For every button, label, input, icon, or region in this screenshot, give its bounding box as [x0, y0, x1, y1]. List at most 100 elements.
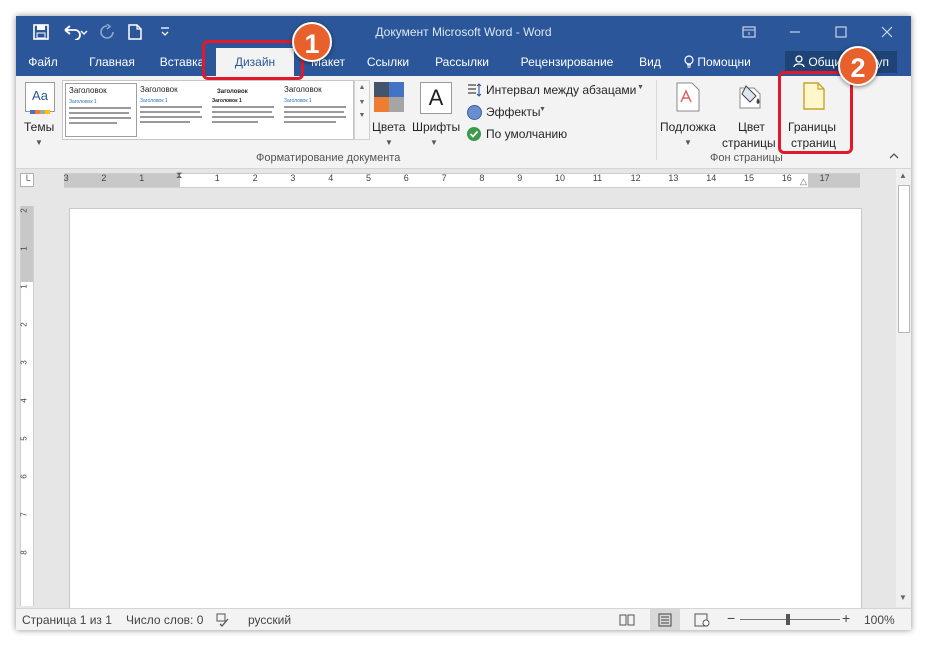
zoom-in-icon[interactable]: +	[842, 610, 850, 626]
gallery-scroll[interactable]: ▲ ▼ ▼	[354, 80, 370, 140]
scroll-thumb[interactable]	[898, 185, 910, 333]
paragraph-spacing-button[interactable]: Интервал между абзацами ▼	[466, 82, 656, 100]
style-text-line	[284, 111, 344, 113]
style-subtitle: Заголовок 1	[69, 99, 97, 105]
vruler-number: 3	[19, 360, 29, 365]
ruler-number: 3	[290, 173, 296, 183]
proofing-icon[interactable]	[216, 613, 230, 630]
chevron-down-icon: ▼	[35, 138, 43, 147]
style-title: Заголовок	[217, 89, 248, 95]
style-text-line	[140, 116, 202, 118]
style-text-line	[140, 121, 190, 123]
style-text-line	[284, 116, 346, 118]
colors-button[interactable]: Цвета ▼	[372, 80, 410, 156]
vruler-number: 4	[19, 398, 29, 403]
ruler-number: 2	[101, 173, 107, 183]
lightbulb-icon	[684, 55, 697, 69]
zoom-slider[interactable]	[740, 619, 840, 620]
close-icon[interactable]	[864, 16, 910, 48]
tell-me-box[interactable]: Помощни	[684, 48, 768, 76]
tab-file[interactable]: Файл	[20, 48, 66, 76]
tab-references[interactable]: Ссылки	[358, 48, 418, 76]
check-icon	[467, 127, 481, 141]
style-text-line	[69, 117, 131, 119]
ruler-left-margin	[64, 174, 180, 187]
style-set-item[interactable]: Заголовок Заголовок 1	[281, 83, 351, 135]
horizontal-ruler: └ 3 2 1 1 2 3 4 5 6 7 8 9 10 11 12 13 14 15 16 17 ⧗ △	[16, 169, 896, 189]
themes-color-strip	[30, 110, 50, 114]
fonts-label: Шрифты	[412, 120, 461, 134]
chevron-down-icon: ▼	[539, 106, 546, 113]
watermark-icon	[676, 82, 700, 117]
web-layout-icon[interactable]	[694, 613, 710, 630]
vruler-number: 5	[19, 436, 29, 441]
scroll-up-icon[interactable]: ▲	[899, 171, 907, 180]
style-set-item[interactable]: Заголовок Заголовок 1	[137, 83, 207, 135]
chevron-down-icon: ▼	[385, 138, 393, 147]
page-color-label-line2: страницы	[722, 136, 776, 150]
step-badge-1: 1	[292, 22, 332, 62]
ribbon-display-icon[interactable]	[726, 16, 772, 48]
more-icon: ▼	[358, 112, 366, 119]
themes-button[interactable]: Aa Темы ▼	[22, 80, 56, 156]
tab-view[interactable]: Вид	[634, 48, 666, 76]
ruler-number: 6	[403, 173, 409, 183]
ruler-number: 8	[479, 173, 485, 183]
ribbon-design: Aa Темы ▼ Заголовок Заголовок 1 Заголово…	[16, 76, 911, 169]
vertical-ruler: 2 1 1 2 3 4 5 6 7 8	[20, 206, 34, 606]
style-set-gallery: Заголовок Заголовок 1 Заголовок Заголово…	[62, 80, 354, 140]
fonts-icon: A	[420, 82, 452, 114]
ruler-number: 4	[328, 173, 334, 183]
word-count[interactable]: Число слов: 0	[126, 613, 203, 627]
tab-review[interactable]: Рецензирование	[510, 48, 624, 76]
document-page[interactable]	[69, 208, 862, 610]
style-set-item[interactable]: Заголовок Заголовок 1	[65, 83, 137, 137]
style-text-line	[140, 106, 202, 108]
zoom-slider-thumb[interactable]	[786, 614, 790, 625]
scroll-down-icon[interactable]: ▼	[899, 593, 907, 602]
title-bar: Документ Microsoft Word - Word	[16, 16, 911, 48]
ruler-number: 13	[668, 173, 679, 183]
minimize-icon[interactable]	[772, 16, 818, 48]
status-bar: Страница 1 из 1 Число слов: 0 русский − …	[16, 608, 911, 630]
zoom-out-icon[interactable]: −	[727, 610, 735, 626]
tell-me-label: Помощни	[697, 55, 751, 69]
person-icon	[793, 55, 808, 69]
read-mode-icon[interactable]	[619, 613, 635, 630]
print-layout-icon[interactable]	[650, 609, 680, 630]
ruler-right-margin	[808, 174, 860, 187]
ruler-number: 1	[214, 173, 220, 183]
style-text-line	[69, 107, 131, 109]
page-count[interactable]: Страница 1 из 1	[22, 613, 112, 627]
tab-insert[interactable]: Вставка	[156, 48, 208, 76]
vruler-number: 2	[19, 208, 29, 213]
group-separator	[656, 80, 657, 160]
step-badge-2: 2	[838, 46, 878, 86]
right-indent-marker-icon[interactable]: △	[800, 176, 807, 187]
vertical-scrollbar[interactable]: ▲ ▼	[896, 169, 911, 607]
indent-marker-icon[interactable]: ⧗	[176, 170, 182, 181]
language[interactable]: русский	[248, 613, 291, 627]
style-text-line	[69, 122, 117, 124]
style-set-item[interactable]: Заголовок Заголовок 1	[209, 83, 279, 135]
fonts-button[interactable]: A Шрифты ▼	[412, 80, 460, 156]
ruler-number: 9	[517, 173, 523, 183]
tab-mailings[interactable]: Рассылки	[428, 48, 496, 76]
watermark-button[interactable]: Подложка ▼	[658, 80, 718, 156]
page-color-button[interactable]: Цвет страницы	[720, 80, 782, 156]
ruler-number: 11	[592, 173, 603, 183]
page-color-label-line1: Цвет	[738, 120, 765, 134]
collapse-ribbon-icon[interactable]	[889, 152, 899, 163]
tab-selector-icon[interactable]: └	[20, 173, 34, 187]
set-as-default-button[interactable]: По умолчанию	[466, 126, 586, 144]
maximize-icon[interactable]	[818, 16, 864, 48]
vruler-number: 8	[19, 550, 29, 555]
effects-button[interactable]: Эффекты ▼	[466, 104, 576, 122]
style-subtitle: Заголовок 1	[140, 98, 168, 104]
tab-home[interactable]: Главная	[78, 48, 146, 76]
zoom-level[interactable]: 100%	[864, 613, 895, 627]
style-text-line	[140, 111, 200, 113]
style-title: Заголовок	[69, 86, 107, 95]
vruler-number: 6	[19, 474, 29, 479]
ruler-number: 16	[781, 173, 792, 183]
